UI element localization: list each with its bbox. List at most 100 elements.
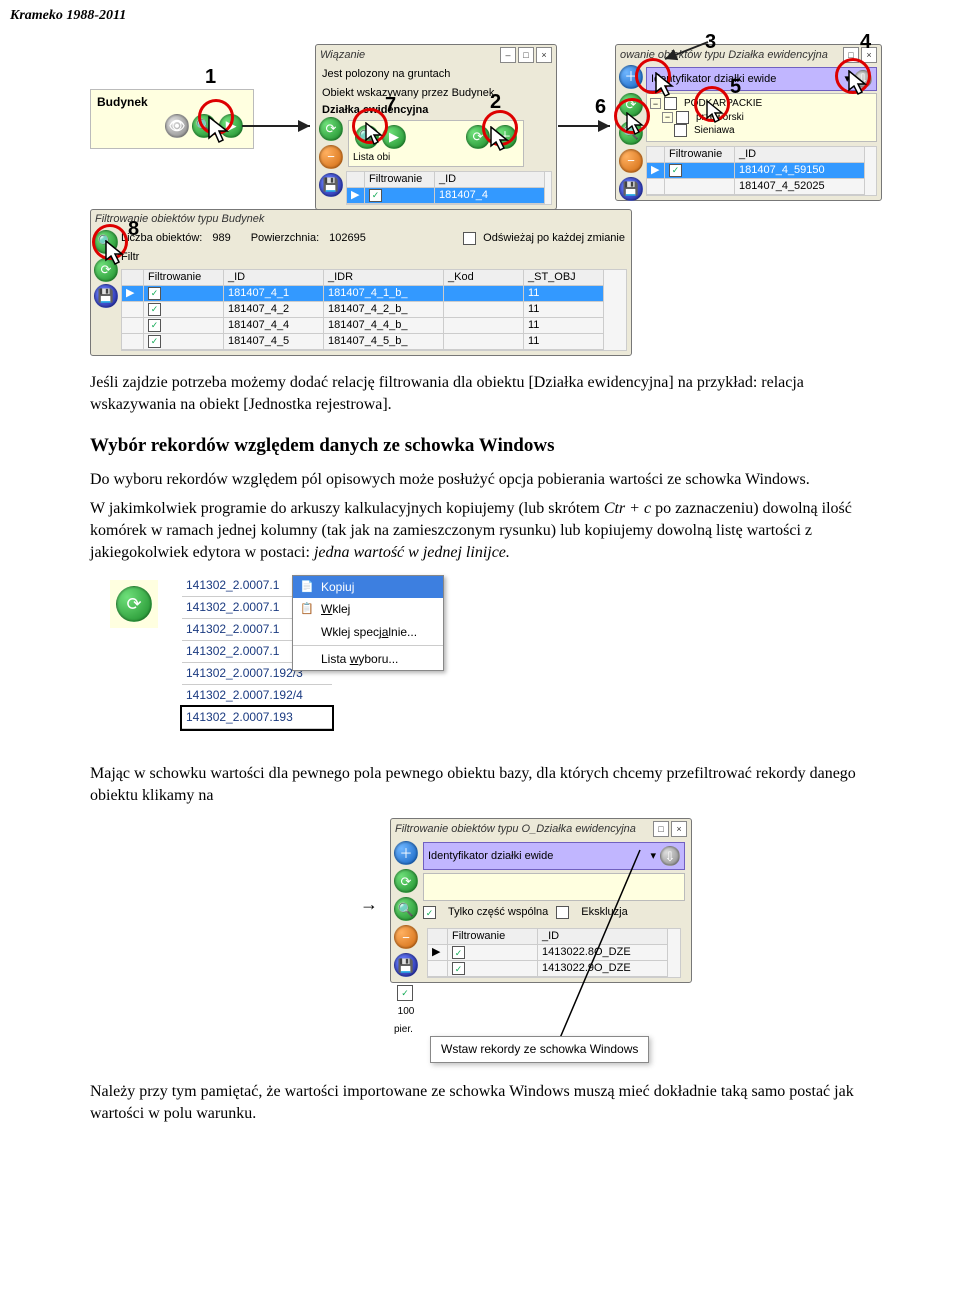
cell: 181407_4_52025 xyxy=(735,179,865,195)
relation-label-2: Obiekt wskazywany przez Budynek xyxy=(316,84,556,103)
disk-icon[interactable]: 💾 xyxy=(94,284,118,308)
refresh-icon[interactable]: ⟳ xyxy=(394,869,418,893)
cell: 11 xyxy=(524,302,604,318)
table-row[interactable]: ✓ 181407_4_4181407_4_4_b_ 11 xyxy=(122,318,626,334)
cursor-icon xyxy=(706,100,728,126)
marker-number: 1 xyxy=(205,64,216,91)
col-id: _ID xyxy=(735,147,865,163)
paragraph: Do wyboru rekordów względem pól opisowyc… xyxy=(90,469,870,491)
grid-row[interactable]: 181407_4_52025 xyxy=(647,179,876,195)
cursor-icon xyxy=(490,126,514,154)
arrow-icon: → xyxy=(360,892,378,916)
col-filtrowanie: Filtrowanie xyxy=(144,270,224,286)
checkbox-icon[interactable] xyxy=(463,232,476,245)
paragraph: W jakimkolwiek programie do arkuszy kalk… xyxy=(90,498,870,563)
plus-icon[interactable]: ＋ xyxy=(619,65,643,89)
checkbox-checked-icon[interactable]: ✓ xyxy=(423,906,436,919)
cell: 11 xyxy=(524,318,604,334)
marker-number: 2 xyxy=(490,89,501,116)
marker-number: 7 xyxy=(385,92,396,119)
col-filtrowanie: Filtrowanie xyxy=(448,929,538,945)
checkbox-icon[interactable] xyxy=(676,111,689,124)
menu-item-paste[interactable]: 📋 Wklej xyxy=(293,598,443,620)
menu-item-copy[interactable]: 📄 Kopiuj xyxy=(293,576,443,598)
refresh-icon[interactable]: ⟳ xyxy=(466,125,490,149)
minus-orange-icon[interactable]: − xyxy=(619,149,643,173)
magnify-icon[interactable]: 🔍 xyxy=(394,897,418,921)
minimize-icon[interactable]: – xyxy=(500,47,516,63)
marker-number: 6 xyxy=(595,94,606,121)
list-item[interactable]: 141302_2.0007.193 xyxy=(182,707,332,729)
plus-icon[interactable]: ＋ xyxy=(394,841,418,865)
disk-icon[interactable]: 💾 xyxy=(619,177,643,201)
cell: 181407_4_2_b_ xyxy=(324,302,444,318)
cell: 181407_4_4_b_ xyxy=(324,318,444,334)
cell: 181407_4_4 xyxy=(224,318,324,334)
eye-icon[interactable]: 👁 xyxy=(165,114,189,138)
filter-dialog-title: Filtrowanie obiektów typu O_Działka ewid… xyxy=(395,822,653,837)
checkbox-checked-icon[interactable]: ✓ xyxy=(148,319,161,332)
checkbox-checked-icon[interactable]: ✓ xyxy=(452,946,465,959)
grid-row[interactable]: ▶ ✓ 181407_4_59150 xyxy=(647,163,876,179)
disk-icon[interactable]: 💾 xyxy=(394,953,418,977)
cursor-icon xyxy=(105,240,129,268)
checkbox-checked-icon[interactable]: ✓ xyxy=(669,164,682,177)
tree-item[interactable]: − PODKARPACKIE xyxy=(650,97,873,111)
menu-item-list[interactable]: Lista wyboru... xyxy=(293,648,443,670)
checkbox-checked-icon[interactable]: ✓ xyxy=(369,189,382,202)
minus-orange-icon[interactable]: − xyxy=(394,925,418,949)
cell: 181407_4_59150 xyxy=(735,163,865,179)
grid-row-selected[interactable]: ▶ ✓ 181407_4 xyxy=(347,188,551,204)
col-id: _ID xyxy=(224,270,324,286)
cell xyxy=(444,302,524,318)
menu-item-paste-special[interactable]: Wklej specjalnie... xyxy=(293,621,443,643)
cell xyxy=(444,286,524,302)
table-row[interactable]: ✓181407_4_2181407_4_2_b_11 xyxy=(122,302,626,318)
refresh-icon[interactable]: ⟳ xyxy=(319,117,343,141)
restore-icon[interactable]: □ xyxy=(653,821,669,837)
checkbox-checked-icon[interactable]: ✓ xyxy=(148,287,161,300)
checkbox-checked-icon[interactable]: ✓ xyxy=(397,985,413,1001)
figure-3: Filtrowanie obiektów typu O_Działka ewid… xyxy=(340,818,870,1063)
cursor-icon xyxy=(365,122,387,148)
copy-icon: 📄 xyxy=(299,579,315,595)
figure-2: ⟳ 141302_2.0007.1141302_2.0007.1141302_2… xyxy=(110,575,870,745)
area-value: 102695 xyxy=(329,231,366,246)
cell: 11 xyxy=(524,334,604,350)
col-stobj: _ST_OBJ xyxy=(524,270,604,286)
only-common-label: Tylko część wspólna xyxy=(448,905,548,920)
figure-1: Budynek 👁 🔍 ▶ Wiązanie – □ × Jest polozo… xyxy=(90,44,870,354)
checkbox-icon[interactable] xyxy=(674,124,687,137)
budynek-label: Budynek xyxy=(97,94,247,110)
id-value: 181407_4 xyxy=(435,188,545,204)
dzialka-panel-title: owanie obiektów typu Działka ewidencyjna xyxy=(620,48,843,63)
checkbox-checked-icon[interactable]: ✓ xyxy=(148,335,161,348)
relation-label-1: Jest polozony na gruntach xyxy=(316,65,556,84)
checkbox-checked-icon[interactable]: ✓ xyxy=(148,303,161,316)
arrow-2 xyxy=(556,116,616,136)
cursor-icon xyxy=(655,72,679,100)
minus-box-icon[interactable]: − xyxy=(662,112,673,123)
restore-icon[interactable]: □ xyxy=(843,47,859,63)
minus-orange-icon[interactable]: − xyxy=(319,145,343,169)
checkbox-checked-icon[interactable]: ✓ xyxy=(452,962,465,975)
restore-icon[interactable]: □ xyxy=(518,47,534,63)
list-item[interactable]: 141302_2.0007.192/4 xyxy=(182,685,332,707)
tree-item[interactable]: Sieniawa xyxy=(674,124,873,138)
refresh-button[interactable]: ⟳ xyxy=(116,586,152,622)
wiazanie-window: Wiązanie – □ × Jest polozony na gruntach… xyxy=(315,44,557,210)
identifier-chip[interactable]: Identyfikator działki ewide ▾ ⇩ xyxy=(646,67,877,91)
disk-icon[interactable]: 💾 xyxy=(319,173,343,197)
marker-number: 4 xyxy=(860,29,871,56)
page-header: Krameko 1988-2011 xyxy=(0,0,960,32)
table-row[interactable]: ✓181407_4_5181407_4_5_b_11 xyxy=(122,334,626,350)
refresh-checkbox[interactable]: Odświeżaj po każdej zmianie xyxy=(463,231,625,246)
close-icon[interactable]: × xyxy=(536,47,552,63)
marker-number: 8 xyxy=(128,216,139,243)
tree-item[interactable]: − przeworski xyxy=(662,111,873,125)
table-row[interactable]: ▶✓181407_4_1181407_4_1_b_11 xyxy=(122,286,626,302)
paragraph: Mając w schowku wartości dla pewnego pol… xyxy=(90,763,870,806)
paragraph: Jeśli zajdzie potrzeba możemy dodać rela… xyxy=(90,372,870,415)
close-icon[interactable]: × xyxy=(671,821,687,837)
dzialka-panel: owanie obiektów typu Działka ewidencyjna… xyxy=(615,44,882,201)
